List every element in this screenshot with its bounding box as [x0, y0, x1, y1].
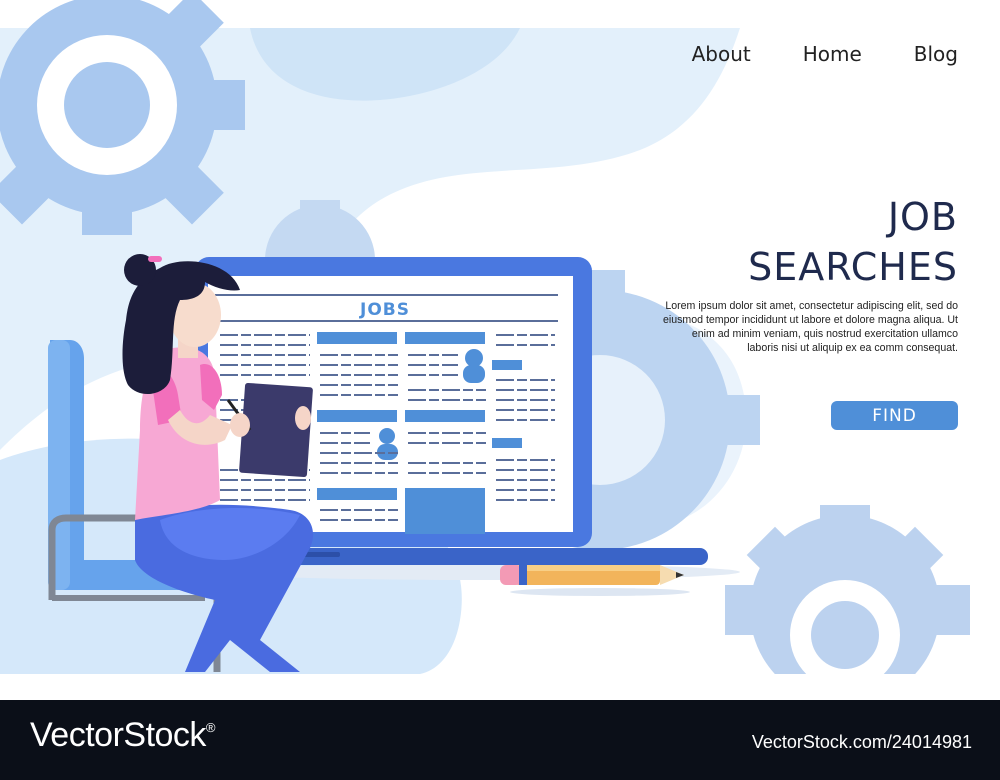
page-title-line-1: JOB — [887, 195, 958, 239]
landing-page: About Home Blog JOBS JOB SEARCHES Lorem … — [0, 0, 1000, 700]
watermark-logo-text: VectorStock — [30, 716, 206, 754]
nav-item-blog[interactable]: Blog — [914, 42, 958, 66]
nav-item-about[interactable]: About — [692, 42, 751, 66]
find-button[interactable]: FIND — [831, 401, 958, 430]
watermark-logo: VectorStock® — [30, 716, 216, 755]
watermark-id: VectorStock.com/24014981 — [751, 732, 972, 752]
top-nav: About Home Blog — [692, 42, 958, 66]
nav-item-home[interactable]: Home — [803, 42, 862, 66]
pencil-icon — [500, 565, 684, 585]
registered-mark: ® — [205, 720, 216, 735]
hero-description: Lorem ipsum dolor sit amet, consectetur … — [662, 300, 958, 354]
page-title: JOB SEARCHES — [748, 192, 958, 292]
watermark-footer: VectorStock® VectorStock.com/24014981 — [0, 700, 1000, 780]
page-title-line-2: SEARCHES — [748, 245, 958, 289]
newspaper-title: JOBS — [360, 300, 410, 320]
